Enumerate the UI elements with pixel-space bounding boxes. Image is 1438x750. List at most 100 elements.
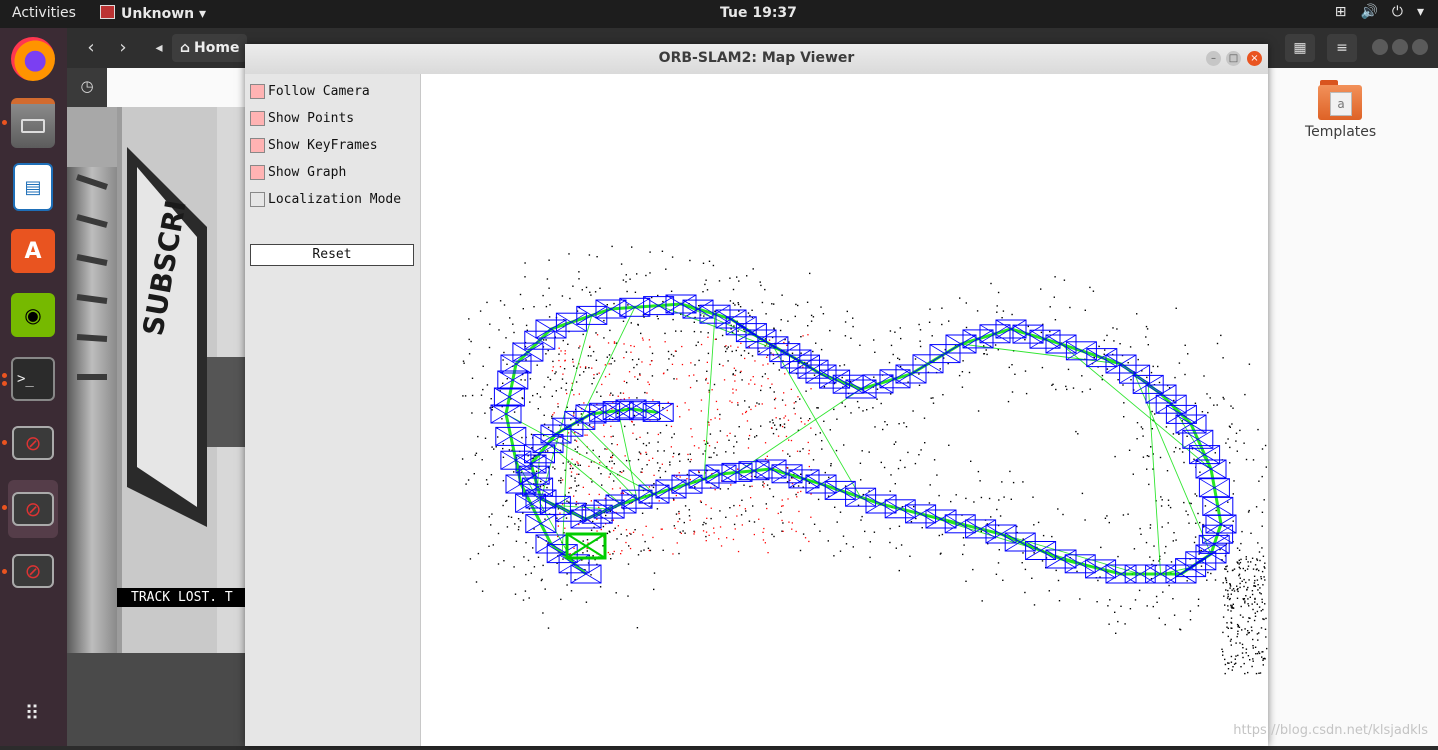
close-button[interactable]: × (1247, 51, 1262, 66)
map-point (583, 371, 585, 373)
map-point (705, 535, 707, 538)
map-point (719, 430, 722, 432)
volume-icon[interactable]: 🔊 (1360, 4, 1377, 20)
map-point (959, 297, 961, 299)
map-point (996, 311, 998, 313)
maximize-button[interactable] (1392, 39, 1408, 55)
activities-button[interactable]: Activities (12, 5, 76, 21)
recent-icon[interactable]: ◷ (75, 74, 99, 98)
map-point (513, 411, 516, 413)
local-map-point (737, 402, 739, 404)
local-map-point (708, 421, 710, 424)
map-point (772, 362, 775, 365)
path-left-button[interactable]: ◂ (145, 34, 173, 62)
map-point (1254, 598, 1256, 600)
map-point (709, 433, 712, 435)
app-menu[interactable]: Unknown ▾ (100, 5, 206, 22)
option-follow-camera[interactable]: Follow Camera (250, 81, 370, 101)
map-point (810, 320, 813, 322)
option-show-graph[interactable]: Show Graph (250, 162, 346, 182)
local-map-point (647, 381, 649, 383)
dock-files[interactable] (8, 98, 58, 148)
map-point (1245, 558, 1247, 560)
map-point (1167, 504, 1170, 507)
map-point (1236, 597, 1239, 599)
map-point (1263, 657, 1266, 660)
map-point (698, 305, 700, 307)
map-point (1161, 499, 1163, 501)
map-point (542, 564, 544, 567)
minimize-button[interactable]: – (1206, 51, 1221, 66)
map-point (1226, 565, 1228, 567)
map-point (976, 310, 979, 312)
reset-button[interactable]: Reset (250, 244, 414, 266)
map-point (972, 568, 974, 571)
dock-nvidia[interactable]: ◉ (8, 290, 58, 340)
dock-unknown-app-2[interactable]: ⊘ (8, 480, 58, 538)
dock-writer[interactable]: ▤ (8, 162, 58, 212)
dock-software[interactable]: A (8, 226, 58, 276)
map-point (547, 426, 550, 429)
chevron-down-icon[interactable]: ▾ (1417, 4, 1424, 20)
map-point (707, 332, 709, 334)
checkbox[interactable] (250, 164, 265, 180)
map-point (577, 484, 580, 487)
map-point (1230, 644, 1232, 646)
map-point (812, 459, 815, 461)
map-point (736, 441, 738, 443)
dock-firefox[interactable] (8, 34, 58, 84)
folder-templates[interactable]: a Templates (1305, 80, 1376, 140)
map-point (656, 462, 659, 464)
path-home[interactable]: ⌂ Home (172, 34, 248, 62)
map-viewer-titlebar[interactable]: ORB-SLAM2: Map Viewer – □ × (245, 44, 1268, 75)
map-canvas[interactable] (421, 74, 1268, 746)
option-localization-mode[interactable]: Localization Mode (250, 189, 401, 209)
graph-edge (617, 410, 638, 500)
map-point (1264, 562, 1266, 564)
map-point (578, 271, 580, 273)
checkbox[interactable] (250, 83, 265, 99)
dock-terminal[interactable]: >_ (8, 354, 58, 404)
minimize-button[interactable] (1372, 39, 1388, 55)
local-map-point (622, 392, 625, 394)
map-point (514, 523, 516, 525)
map-point (719, 413, 721, 416)
menu-button[interactable]: ≡ (1327, 34, 1357, 62)
map-point (1249, 596, 1251, 598)
map-point (1123, 416, 1125, 418)
local-map-point (747, 447, 750, 449)
map-point (898, 358, 901, 361)
checkbox[interactable] (250, 110, 265, 126)
view-toggle-button[interactable]: ▦ (1285, 34, 1315, 62)
map-point (506, 526, 509, 528)
map-point (1239, 642, 1241, 644)
network-icon[interactable]: ⊞ (1335, 4, 1347, 20)
dock-unknown-app-1[interactable]: ⊘ (8, 418, 58, 468)
maximize-button[interactable]: □ (1226, 51, 1241, 66)
map-point (1240, 558, 1242, 561)
local-map-point (710, 419, 712, 421)
forward-button[interactable]: › (109, 34, 137, 62)
dock-unknown-app-3[interactable]: ⊘ (8, 546, 58, 596)
checkbox[interactable] (250, 137, 265, 153)
back-button[interactable]: ‹ (77, 34, 105, 62)
option-show-keyframes[interactable]: Show KeyFrames (250, 135, 378, 155)
map-point (905, 426, 908, 428)
local-map-point (752, 376, 754, 378)
map-point (533, 306, 535, 308)
map-point (1260, 578, 1263, 580)
map-point (1260, 627, 1263, 629)
show-applications-button[interactable]: ⠿ (8, 688, 58, 738)
map-point (1254, 615, 1257, 617)
power-icon[interactable]: ⏻ (1392, 4, 1403, 20)
map-point (852, 317, 854, 319)
map-point (1021, 562, 1023, 564)
local-map-point (645, 525, 647, 527)
option-show-points[interactable]: Show Points (250, 108, 354, 128)
local-map-point (612, 519, 614, 521)
close-button[interactable] (1412, 39, 1428, 55)
map-point (698, 471, 700, 474)
clock[interactable]: Tue 19:37 (720, 5, 797, 21)
checkbox[interactable] (250, 191, 265, 207)
map-point (638, 451, 641, 453)
